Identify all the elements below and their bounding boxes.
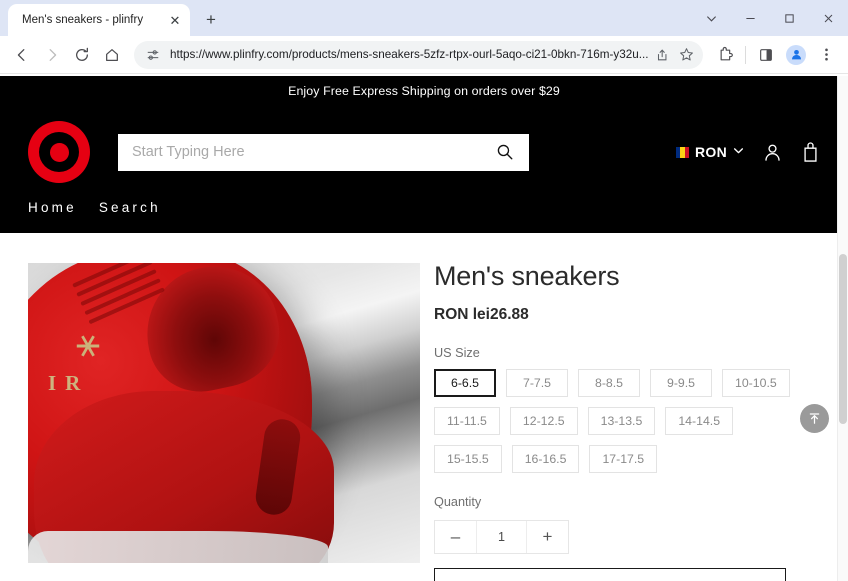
browser-toolbar: https://www.plinfry.com/products/mens-sn… [0,36,848,74]
search-input[interactable] [132,144,495,160]
product-price: RON lei26.88 [434,306,529,323]
page-scrollbar[interactable] [837,76,848,581]
three-dot-menu-icon[interactable] [812,41,840,69]
site-header: RON Home Search [0,106,848,233]
home-icon[interactable] [98,41,126,69]
page-viewport: Enjoy Free Express Shipping on orders ov… [0,76,848,581]
reload-icon[interactable] [68,41,96,69]
size-option[interactable]: 14-14.5 [665,407,734,435]
close-window-icon[interactable] [809,0,848,36]
size-option[interactable]: 6-6.5 [434,369,496,397]
romania-flag-icon [675,146,689,158]
currency-selector[interactable]: RON [675,143,744,161]
quantity-increment-button[interactable]: + [527,521,568,553]
size-option[interactable]: 9-9.5 [650,369,712,397]
product-image[interactable]: ⚹ IR [28,263,420,563]
toolbar-divider [745,45,746,64]
size-option[interactable]: 17-17.5 [589,445,658,473]
target-bullseye-logo[interactable] [28,121,90,183]
currency-code: RON [694,144,727,160]
extensions-icon[interactable] [711,41,739,69]
search-bar[interactable] [118,133,529,171]
air-wordmark: IR [48,371,90,395]
product-title: Men's sneakers [434,261,620,291]
size-option[interactable]: 10-10.5 [722,369,790,397]
share-icon[interactable] [653,46,671,64]
size-option-label: US Size [434,346,480,360]
back-icon[interactable] [8,41,36,69]
quantity-decrement-button[interactable]: – [435,521,476,553]
promo-banner: Enjoy Free Express Shipping on orders ov… [0,76,848,106]
product-gallery: ⚹ IR [0,233,420,581]
nav-item-home[interactable]: Home [28,200,77,215]
header-actions: RON [675,141,820,163]
size-option[interactable]: 7-7.5 [506,369,568,397]
size-option[interactable]: 12-12.5 [509,407,578,435]
header-row: RON [0,114,848,190]
size-option[interactable]: 15-15.5 [434,445,502,473]
tab-strip: Men's sneakers - plinfry ✕ + [0,0,848,36]
add-to-cart-button[interactable] [434,568,786,581]
profile-avatar[interactable] [782,41,810,69]
nav-item-search[interactable]: Search [99,200,161,215]
browser-window: Men's sneakers - plinfry ✕ + https://www… [0,0,848,581]
size-option[interactable]: 13-13.5 [587,407,656,435]
maximize-icon[interactable] [770,0,809,36]
product-details: Men's sneakers RON lei26.88 US Size 6-6.… [420,233,848,581]
bookmark-star-icon[interactable] [677,46,695,64]
search-icon[interactable] [495,142,515,162]
site-nav: Home Search [0,190,848,233]
size-options: 6-6.5 7-7.5 8-8.5 9-9.5 10-10.5 11-11.5 … [434,369,802,473]
product-section: ⚹ IR Men's sneakers RON lei26.88 US Size… [0,233,848,581]
scrollbar-thumb[interactable] [839,254,847,424]
tab-title: Men's sneakers - plinfry [22,14,144,26]
tab-search-icon[interactable] [692,0,731,36]
account-icon[interactable] [762,142,783,163]
scroll-to-top-button[interactable] [800,404,829,433]
size-option[interactable]: 11-11.5 [434,407,500,435]
quantity-label: Quantity [434,495,482,509]
forward-icon[interactable] [38,41,66,69]
url-text: https://www.plinfry.com/products/mens-sn… [170,48,649,61]
new-tab-button[interactable]: + [198,7,224,33]
jumpman-logo: ⚹ [76,321,100,365]
left-edge-strip [0,76,6,146]
site-settings-icon[interactable] [144,46,162,64]
quantity-stepper: – 1 + [434,520,569,554]
browser-tab[interactable]: Men's sneakers - plinfry ✕ [8,4,190,36]
size-option[interactable]: 8-8.5 [578,369,640,397]
split-view-icon[interactable] [752,41,780,69]
tab-close-icon[interactable]: ✕ [166,11,184,29]
chevron-down-icon [733,143,744,161]
minimize-icon[interactable] [731,0,770,36]
window-controls [692,0,848,36]
quantity-value[interactable]: 1 [476,521,527,553]
address-bar[interactable]: https://www.plinfry.com/products/mens-sn… [134,40,703,69]
cart-icon[interactable] [801,141,820,163]
size-option[interactable]: 16-16.5 [511,445,580,473]
